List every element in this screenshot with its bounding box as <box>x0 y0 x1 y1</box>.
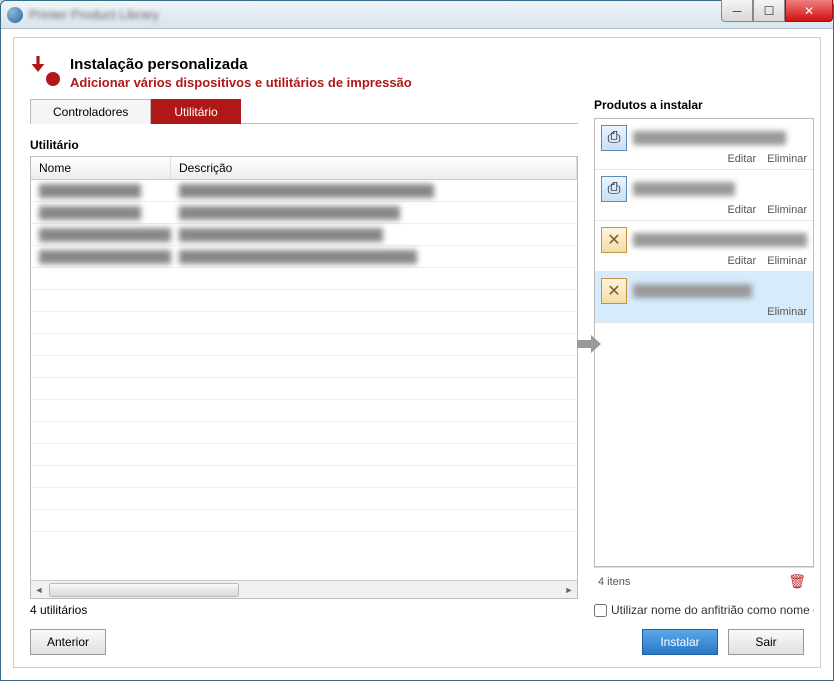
header-text: Instalação personalizada Adicionar vário… <box>70 56 412 90</box>
scroll-thumb[interactable] <box>49 583 239 597</box>
table-row <box>31 488 577 510</box>
trash-icon[interactable]: 🗑 <box>784 571 810 592</box>
maximize-button[interactable]: ☐ <box>753 0 785 22</box>
table-row[interactable]: ████████████████ ███████████████████████… <box>31 246 577 268</box>
printer-icon: ⎙ <box>601 176 627 202</box>
utility-count: 4 utilitários <box>30 603 578 617</box>
body: Controladores Utilitário Utilitário Nome… <box>14 98 820 617</box>
table-header: Nome Descrição <box>31 157 577 180</box>
table-row <box>31 510 577 532</box>
exit-button[interactable]: Sair <box>728 629 804 655</box>
table-row <box>31 444 577 466</box>
installer-window: Printer Product Library ─ ☐ ✕ Instalação… <box>0 0 834 681</box>
product-item[interactable]: ✕ ██████████████████████████ Editar Elim… <box>595 221 813 272</box>
items-count: 4 itens <box>598 576 784 588</box>
product-item[interactable]: ⎙ ██████████████████ Editar Eliminar <box>595 119 813 170</box>
hostname-checkbox-label: Utilizar nome do anfitrião como nome da … <box>611 603 814 617</box>
back-button[interactable]: Anterior <box>30 629 106 655</box>
table-row <box>31 400 577 422</box>
minimize-button[interactable]: ─ <box>721 0 753 22</box>
window-title: Printer Product Library <box>29 7 159 22</box>
horizontal-scrollbar[interactable]: ◄ ► <box>31 580 577 598</box>
edit-link[interactable]: Editar <box>727 255 756 267</box>
remove-link[interactable]: Eliminar <box>767 255 807 267</box>
tab-utility[interactable]: Utilitário <box>151 99 240 124</box>
hostname-checkbox-row[interactable]: Utilizar nome do anfitrião como nome da … <box>594 603 814 617</box>
table-row <box>31 290 577 312</box>
tool-icon: ✕ <box>601 227 627 253</box>
content-frame: Instalação personalizada Adicionar vário… <box>13 37 821 668</box>
bottom-bar: Anterior Instalar Sair <box>14 617 820 667</box>
utility-table: Nome Descrição ████████████ ████████████… <box>30 156 578 599</box>
col-name[interactable]: Nome <box>31 157 171 179</box>
tab-controllers[interactable]: Controladores <box>30 99 151 124</box>
product-footer: 4 itens 🗑 <box>594 567 814 595</box>
install-button[interactable]: Instalar <box>642 629 718 655</box>
table-row <box>31 312 577 334</box>
page-title: Instalação personalizada <box>70 56 412 73</box>
table-row <box>31 422 577 444</box>
edit-link[interactable]: Editar <box>727 153 756 165</box>
page-subtitle: Adicionar vários dispositivos e utilitár… <box>70 75 412 90</box>
table-row <box>31 334 577 356</box>
remove-link[interactable]: Eliminar <box>767 306 807 318</box>
edit-link[interactable]: Editar <box>727 204 756 216</box>
hostname-checkbox[interactable] <box>594 604 607 617</box>
remove-link[interactable]: Eliminar <box>767 204 807 216</box>
tabs: Controladores Utilitário <box>30 98 578 124</box>
table-row[interactable]: ████████████ ███████████████████████████… <box>31 180 577 202</box>
products-title: Produtos a instalar <box>594 98 814 112</box>
tool-icon: ✕ <box>601 278 627 304</box>
window-controls: ─ ☐ ✕ <box>721 0 833 22</box>
table-row[interactable]: ████████████████ ███████████████████████… <box>31 224 577 246</box>
transfer-arrow-icon <box>576 334 602 354</box>
scroll-left-icon[interactable]: ◄ <box>31 582 47 598</box>
col-desc[interactable]: Descrição <box>171 157 577 179</box>
close-button[interactable]: ✕ <box>785 0 833 22</box>
section-label: Utilitário <box>30 138 578 152</box>
table-row <box>31 378 577 400</box>
right-panel: Produtos a instalar ⎙ ██████████████████… <box>590 98 820 617</box>
left-panel: Controladores Utilitário Utilitário Nome… <box>14 98 590 617</box>
product-item[interactable]: ⎙ ████████████ Editar Eliminar <box>595 170 813 221</box>
table-row[interactable]: ████████████ ██████████████████████████ <box>31 202 577 224</box>
titlebar: Printer Product Library ─ ☐ ✕ <box>1 1 833 29</box>
product-item[interactable]: ✕ ██████████████ Eliminar <box>595 272 813 323</box>
table-row <box>31 268 577 290</box>
header: Instalação personalizada Adicionar vário… <box>14 38 820 102</box>
product-list: ⎙ ██████████████████ Editar Eliminar ⎙ █… <box>594 118 814 567</box>
remove-link[interactable]: Eliminar <box>767 153 807 165</box>
table-row <box>31 466 577 488</box>
app-icon <box>7 7 23 23</box>
table-row <box>31 356 577 378</box>
scroll-right-icon[interactable]: ► <box>561 582 577 598</box>
table-body[interactable]: ████████████ ███████████████████████████… <box>31 180 577 580</box>
printer-icon: ⎙ <box>601 125 627 151</box>
install-icon <box>30 56 60 86</box>
